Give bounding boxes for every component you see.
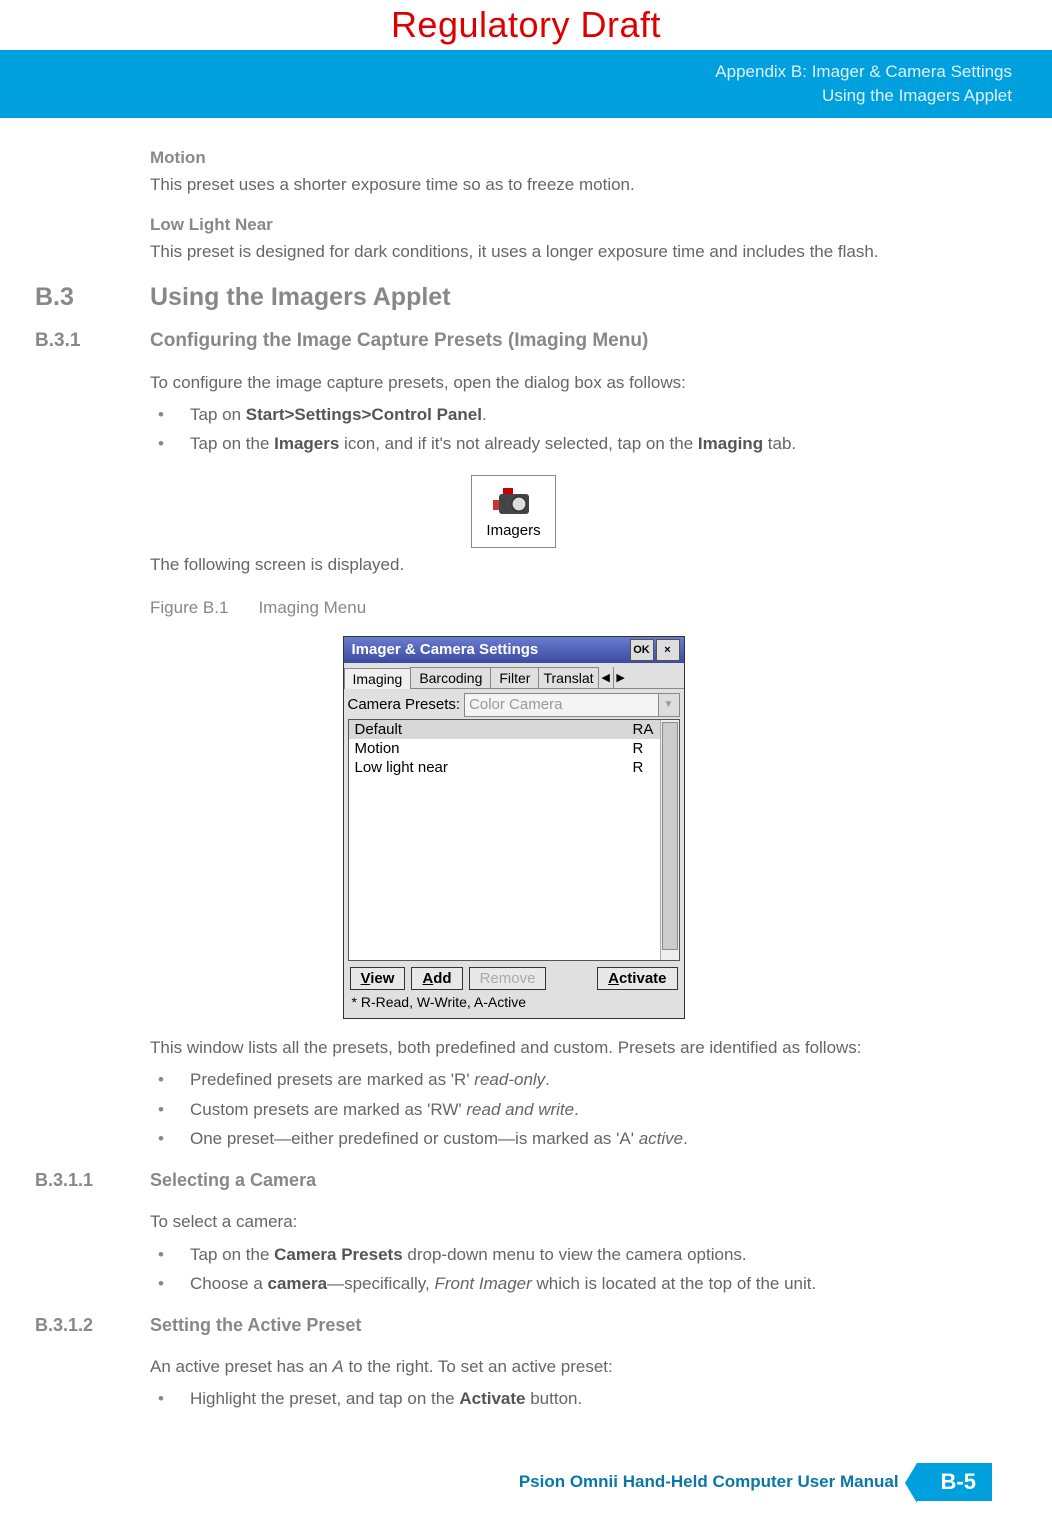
section-b3111-number: B.3.1.1 [35, 1170, 150, 1191]
camera-presets-dropdown[interactable]: Color Camera ▼ [464, 693, 679, 717]
b31-bullet-1: Tap on Start>Settings>Control Panel. [150, 401, 992, 428]
list-item[interactable]: MotionR [349, 739, 679, 758]
lowlight-text: This preset is designed for dark conditi… [150, 239, 992, 265]
section-b3111-title: Selecting a Camera [150, 1170, 316, 1191]
b3111-bullet-1: Tap on the Camera Presets drop-down menu… [150, 1241, 992, 1268]
header-line1: Appendix B: Imager & Camera Settings [0, 60, 1012, 84]
tab-filter[interactable]: Filter [490, 667, 539, 688]
list-item[interactable]: DefaultRA [349, 720, 679, 739]
scrollbar[interactable] [660, 720, 679, 960]
activate-button[interactable]: Activate [597, 967, 677, 990]
tab-translations[interactable]: Translat [538, 667, 598, 688]
section-b3-number: B.3 [35, 283, 150, 312]
close-button[interactable]: × [656, 639, 680, 661]
preset-desc-r: Predefined presets are marked as 'R' rea… [150, 1066, 992, 1093]
tab-scroll-right[interactable]: ▶ [613, 667, 628, 688]
tab-barcoding[interactable]: Barcoding [410, 667, 491, 688]
preset-desc-a: One preset—either predefined or custom—i… [150, 1125, 992, 1152]
remove-button: Remove [469, 967, 547, 990]
view-button[interactable]: View [350, 967, 406, 990]
presets-listbox[interactable]: DefaultRA MotionR Low light nearR [348, 719, 680, 961]
b3111-bullet-2: Choose a camera—specifically, Front Imag… [150, 1270, 992, 1297]
window-title: Imager & Camera Settings [348, 641, 628, 658]
motion-text: This preset uses a shorter exposure time… [150, 172, 992, 198]
app-window: Imager & Camera Settings OK × Imaging Ba… [343, 636, 685, 1019]
b3112-bullet-1: Highlight the preset, and tap on the Act… [150, 1385, 992, 1412]
imagers-icon-box: Imagers [471, 475, 555, 548]
b31-bullet-2: Tap on the Imagers icon, and if it's not… [150, 430, 992, 457]
b3111-intro: To select a camera: [150, 1209, 992, 1235]
titlebar: Imager & Camera Settings OK × [344, 637, 684, 663]
page-number-badge: B-5 [917, 1463, 992, 1501]
section-b3-title: Using the Imagers Applet [150, 283, 451, 312]
chevron-down-icon: ▼ [658, 694, 679, 716]
page-footer: Psion Omnii Hand-Held Computer User Manu… [35, 1463, 992, 1501]
after-window-text: This window lists all the presets, both … [150, 1035, 992, 1061]
b31-intro: To configure the image capture presets, … [150, 370, 992, 396]
header-line2: Using the Imagers Applet [0, 84, 1012, 108]
watermark: Regulatory Draft [0, 0, 1052, 46]
section-b3112-number: B.3.1.2 [35, 1315, 150, 1336]
figure-caption: Figure B.1Imaging Menu [150, 598, 992, 618]
preset-desc-rw: Custom presets are marked as 'RW' read a… [150, 1096, 992, 1123]
lowlight-heading: Low Light Near [150, 215, 992, 235]
ok-button[interactable]: OK [630, 639, 654, 661]
tab-strip: Imaging Barcoding Filter Translat ◀ ▶ [344, 663, 684, 689]
footer-text: Psion Omnii Hand-Held Computer User Manu… [519, 1472, 899, 1492]
section-b3112-title: Setting the Active Preset [150, 1315, 361, 1336]
imagers-icon-label: Imagers [486, 522, 540, 539]
motion-heading: Motion [150, 148, 992, 168]
header-band: Appendix B: Imager & Camera Settings Usi… [0, 50, 1052, 118]
camera-icon [486, 484, 540, 518]
after-icon-text: The following screen is displayed. [150, 552, 992, 578]
b3112-intro: An active preset has an A to the right. … [150, 1354, 992, 1380]
section-b31-title: Configuring the Image Capture Presets (I… [150, 330, 648, 352]
list-item[interactable]: Low light nearR [349, 758, 679, 777]
tab-imaging[interactable]: Imaging [344, 668, 412, 689]
camera-presets-value: Color Camera [465, 694, 657, 716]
section-b31-number: B.3.1 [35, 330, 150, 352]
add-button[interactable]: Add [411, 967, 462, 990]
legend-text: * R-Read, W-Write, A-Active [348, 994, 680, 1014]
camera-presets-label: Camera Presets: [348, 696, 461, 713]
tab-scroll-left[interactable]: ◀ [598, 667, 613, 688]
